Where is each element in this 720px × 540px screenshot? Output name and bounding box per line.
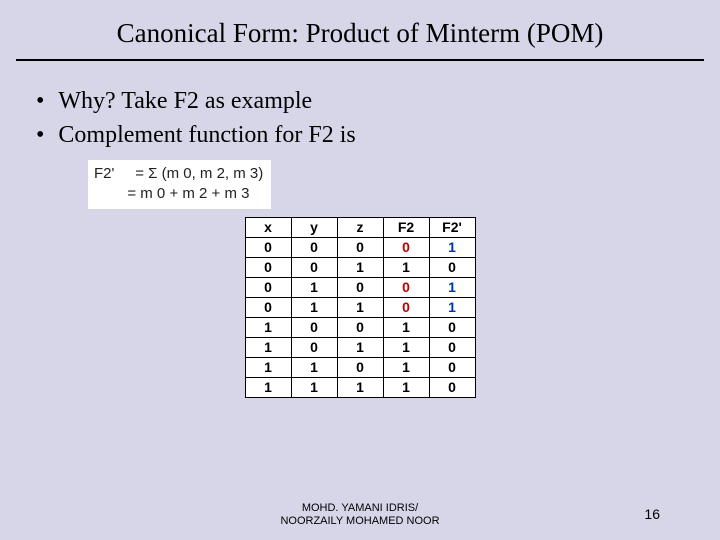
cell-y: 1 (291, 277, 337, 297)
cell-f2: 0 (383, 297, 429, 317)
col-header: x (245, 217, 291, 237)
table-row: 11110 (245, 377, 475, 397)
cell-f2: 1 (383, 317, 429, 337)
cell-x: 0 (245, 277, 291, 297)
cell-f2-prime: 1 (429, 237, 475, 257)
cell-y: 0 (291, 337, 337, 357)
col-header: z (337, 217, 383, 237)
col-header: F2 (383, 217, 429, 237)
table-body: 0000100110010010110110010101101101011110 (245, 237, 475, 397)
cell-f2: 1 (383, 257, 429, 277)
bullet-item: Why? Take F2 as example (58, 85, 720, 119)
cell-z: 0 (337, 317, 383, 337)
bullet-item: Complement function for F2 is (58, 119, 720, 153)
cell-y: 1 (291, 377, 337, 397)
cell-z: 1 (337, 377, 383, 397)
cell-f2-prime: 0 (429, 337, 475, 357)
bullet-list: Why? Take F2 as example Complement funct… (0, 85, 720, 152)
table-row: 01001 (245, 277, 475, 297)
table-row: 01101 (245, 297, 475, 317)
cell-x: 0 (245, 297, 291, 317)
col-header: F2' (429, 217, 475, 237)
footer-author-line: MOHD. YAMANI IDRIS/ (302, 502, 418, 514)
table-header-row: x y z F2 F2' (245, 217, 475, 237)
cell-f2-prime: 0 (429, 317, 475, 337)
cell-f2-prime: 1 (429, 297, 475, 317)
cell-x: 1 (245, 337, 291, 357)
cell-f2: 1 (383, 377, 429, 397)
formula-line: = m 0 + m 2 + m 3 (127, 185, 249, 202)
cell-f2: 1 (383, 357, 429, 377)
formula-block: F2' = Σ (m 0, m 2, m 3) = m 0 + m 2 + m … (88, 160, 271, 209)
footer-page-number: 16 (644, 506, 660, 522)
truth-table: x y z F2 F2' 000010011001001011011001010… (245, 217, 476, 398)
footer-author-line: NOORZAILY MOHAMED NOOR (280, 515, 439, 527)
cell-f2-prime: 0 (429, 357, 475, 377)
formula-line: = Σ (m 0, m 2, m 3) (135, 165, 263, 182)
cell-x: 1 (245, 357, 291, 377)
cell-y: 0 (291, 257, 337, 277)
cell-z: 1 (337, 337, 383, 357)
cell-z: 1 (337, 257, 383, 277)
cell-y: 0 (291, 317, 337, 337)
cell-z: 0 (337, 237, 383, 257)
cell-z: 0 (337, 277, 383, 297)
cell-f2: 0 (383, 277, 429, 297)
cell-y: 0 (291, 237, 337, 257)
cell-z: 0 (337, 357, 383, 377)
page-title: Canonical Form: Product of Minterm (POM) (0, 0, 720, 59)
cell-x: 0 (245, 257, 291, 277)
table-row: 11010 (245, 357, 475, 377)
cell-f2-prime: 0 (429, 377, 475, 397)
table-row: 10010 (245, 317, 475, 337)
cell-f2: 0 (383, 237, 429, 257)
cell-x: 1 (245, 317, 291, 337)
cell-f2: 1 (383, 337, 429, 357)
table-row: 10110 (245, 337, 475, 357)
footer-author: MOHD. YAMANI IDRIS/ NOORZAILY MOHAMED NO… (0, 502, 720, 528)
table-row: 00110 (245, 257, 475, 277)
cell-x: 1 (245, 377, 291, 397)
col-header: y (291, 217, 337, 237)
cell-x: 0 (245, 237, 291, 257)
title-underline (16, 59, 704, 61)
cell-y: 1 (291, 357, 337, 377)
cell-z: 1 (337, 297, 383, 317)
cell-f2-prime: 1 (429, 277, 475, 297)
cell-f2-prime: 0 (429, 257, 475, 277)
formula-lhs: F2' (94, 165, 114, 182)
table-row: 00001 (245, 237, 475, 257)
cell-y: 1 (291, 297, 337, 317)
